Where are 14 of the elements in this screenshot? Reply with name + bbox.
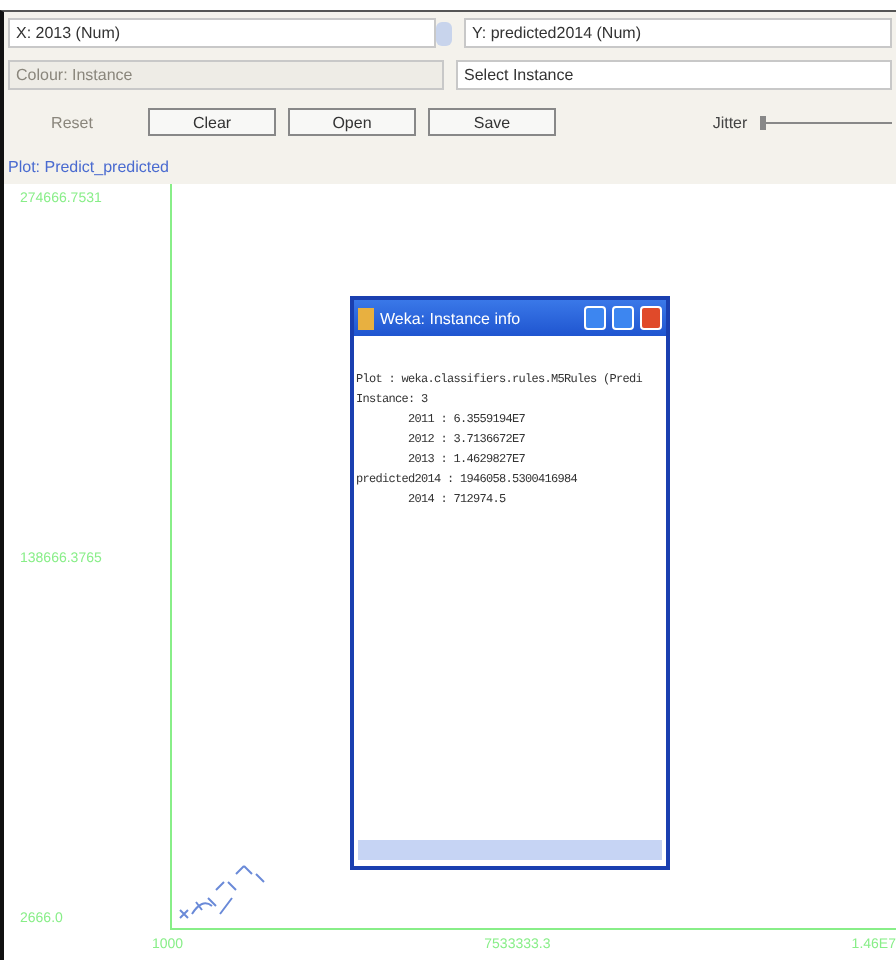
plot-title: Plot: Predict_predicted — [6, 156, 171, 180]
app-icon — [358, 307, 374, 329]
y-axis-select[interactable]: Y: predicted2014 (Num) — [464, 18, 892, 48]
close-button[interactable] — [640, 306, 662, 330]
maximize-button[interactable] — [612, 306, 634, 330]
instance-select[interactable]: Select Instance — [456, 60, 892, 90]
minimize-button[interactable] — [584, 306, 606, 330]
toolbar-button[interactable]: Clear — [148, 108, 276, 136]
x-axis-select[interactable]: X: 2013 (Num) — [8, 18, 436, 48]
slider-thumb[interactable] — [759, 115, 766, 129]
toolbar-button[interactable]: Save — [428, 108, 556, 136]
dialog-title: Weka: Instance info — [380, 309, 523, 327]
toolbar-button[interactable]: Open — [288, 108, 416, 136]
jitter-label: Jitter — [712, 113, 748, 131]
